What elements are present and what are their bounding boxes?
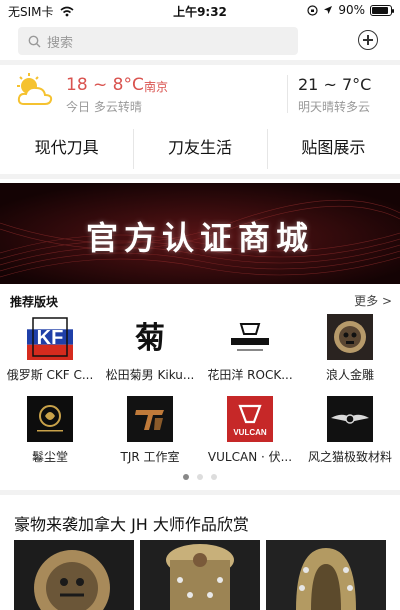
board-label: 鬈尘堂 (31, 450, 68, 464)
search-row: 搜索 (0, 22, 400, 60)
city-label: 南京 (144, 80, 169, 94)
banner-title: 官方认证商城 (85, 219, 314, 257)
board-label: TJR 工作室 (120, 450, 180, 464)
page-dot[interactable] (183, 474, 189, 480)
more-link[interactable]: 更多 > (354, 292, 392, 309)
feature-images (14, 540, 386, 610)
board-label: VULCAN · 伏... (207, 450, 293, 464)
search-placeholder: 搜索 (47, 35, 74, 51)
page-dot[interactable] (211, 474, 217, 480)
board-wind-cat[interactable]: 风之猫极致材料 (300, 396, 400, 465)
svg-text:菊: 菊 (135, 321, 165, 356)
board-label: 俄罗斯 CKF C... (6, 368, 94, 382)
board-tjr[interactable]: TJR 工作室 (100, 396, 200, 465)
recommended-header: 推荐版块 更多 > (0, 289, 400, 311)
page-dot[interactable] (197, 474, 203, 480)
svg-text:KF: KF (37, 327, 64, 349)
search-input[interactable]: 搜索 (18, 27, 298, 55)
today-description: 今日 多云转晴 (66, 100, 142, 114)
weather-divider (287, 75, 288, 113)
tomorrow-description: 明天晴转多云 (298, 100, 371, 114)
category-photo-gallery[interactable]: 贴图展示 (266, 121, 400, 171)
feature-image[interactable] (266, 540, 386, 610)
category-modern-knives[interactable]: 现代刀具 (0, 121, 133, 171)
search-icon (28, 35, 41, 47)
page-indicator (0, 474, 400, 480)
feature-title[interactable]: 豪物来袭加拿大 JH 大师作品欣赏 (14, 511, 249, 535)
category-knife-life[interactable]: 刀友生活 (133, 121, 266, 171)
board-ckf[interactable]: KF 俄罗斯 CKF C... (0, 314, 100, 383)
board-chenyu-hall[interactable]: 鬈尘堂 (0, 396, 100, 465)
tjr-logo (127, 396, 173, 442)
today-temperature: 18 ~ 8°C (66, 75, 144, 95)
board-vulcan[interactable]: VULCAN VULCAN · 伏... (200, 396, 300, 465)
vulcan-logo-text: VULCAN (233, 428, 267, 437)
ckf-flag-logo: KF (27, 314, 73, 360)
divider (0, 490, 400, 495)
battery-percent: 90% (338, 3, 365, 17)
gold-emblem-logo (27, 396, 73, 442)
battery-icon (370, 4, 394, 16)
divider (0, 174, 400, 179)
board-label: 浪人金雕 (325, 368, 374, 382)
board-label: 风之猫极致材料 (307, 450, 392, 464)
category-nav: 现代刀具 刀友生活 贴图展示 (0, 121, 400, 171)
board-rockstead[interactable]: 花田洋 ROCK... (200, 314, 300, 383)
rotation-lock-icon (307, 4, 318, 16)
feature-image[interactable] (140, 540, 260, 610)
vulcan-logo: VULCAN (227, 396, 273, 442)
tomorrow-temperature: 21 ~ 7°C (298, 75, 372, 94)
kiku-calligraphy-logo: 菊 (127, 314, 173, 360)
board-ronin-eagle[interactable]: 浪人金雕 (300, 314, 400, 383)
banner[interactable]: 官方认证商城 (0, 183, 400, 284)
skull-ring-logo (327, 314, 373, 360)
board-kiku[interactable]: 菊 松田菊男 Kiku... (100, 314, 200, 383)
recommended-title: 推荐版块 (10, 295, 59, 309)
feature-image[interactable] (14, 540, 134, 610)
battery-level (372, 6, 389, 14)
weather-widget[interactable]: 18 ~ 8°C 南京 今日 多云转晴 21 ~ 7°C 明天晴转多云 (0, 65, 400, 121)
partly-cloudy-icon (17, 73, 53, 105)
board-label: 花田洋 ROCK... (207, 368, 293, 382)
location-arrow-icon (324, 6, 333, 14)
status-right: 90% (307, 3, 394, 17)
rockstead-logo (227, 314, 273, 360)
board-label: 松田菊男 Kiku... (105, 368, 195, 382)
add-button[interactable] (358, 30, 378, 50)
status-bar: 无SIM卡 上午9:32 90% (0, 0, 400, 22)
winged-badge-logo (327, 396, 373, 442)
